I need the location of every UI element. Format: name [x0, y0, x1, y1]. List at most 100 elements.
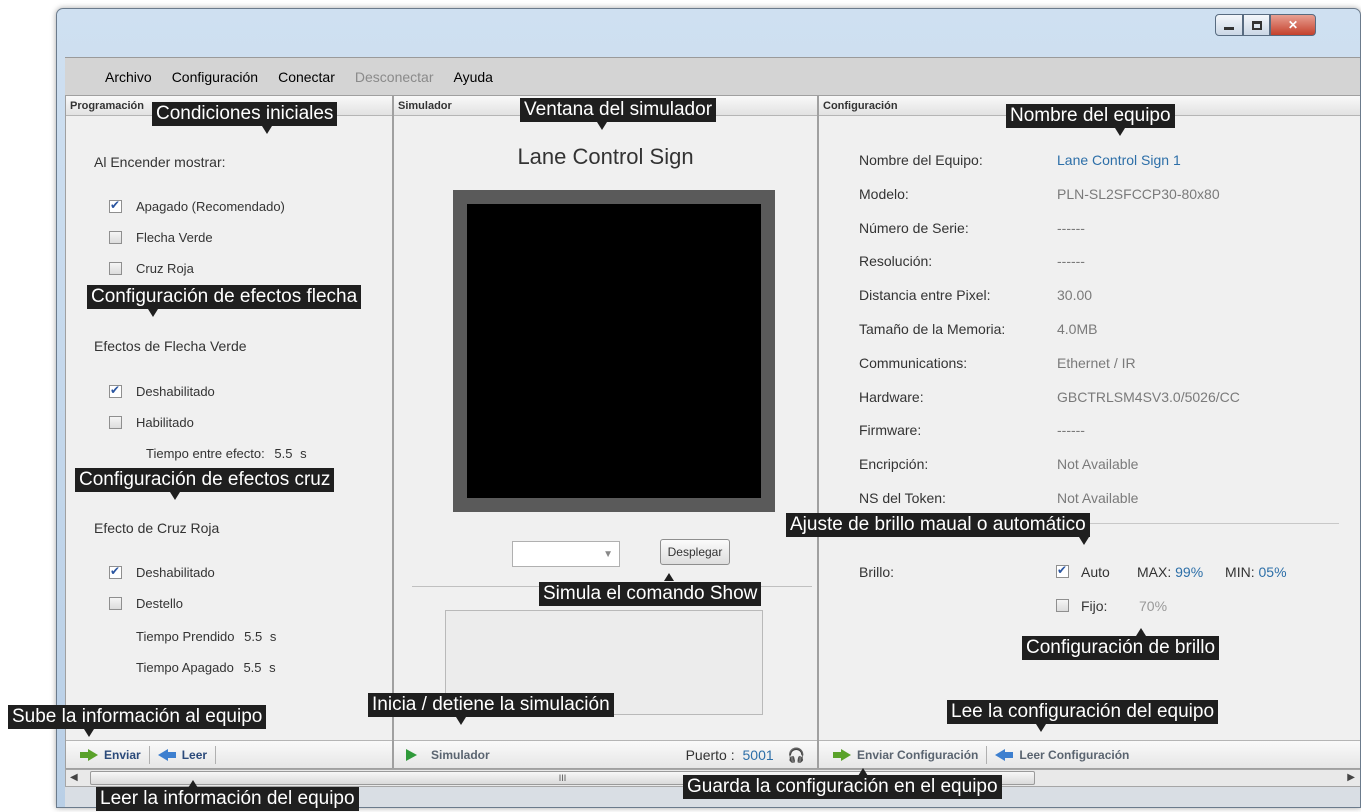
annotation-pointer — [456, 717, 466, 725]
menu-desconectar[interactable]: Desconectar — [355, 69, 434, 85]
annotation-efectos-cruz: Configuración de efectos cruz — [75, 468, 335, 492]
tiempo-apagado-row: Tiempo Apagado 5.5 s — [136, 660, 276, 675]
leer-config-label: Leer Configuración — [1019, 747, 1130, 762]
simulador-label: Simulador — [431, 747, 490, 762]
cruz-deshabilitado-label: Deshabilitado — [136, 565, 215, 580]
puerto-value[interactable]: 5001 — [743, 747, 774, 763]
flecha-verde-checkbox[interactable] — [109, 231, 122, 244]
chevron-down-icon: ▼ — [603, 549, 613, 560]
scroll-left-icon[interactable]: ◀ — [70, 772, 78, 783]
app-window: ✕ Archivo Configuración Conectar Descone… — [56, 8, 1361, 808]
tiempo-efecto-label: Tiempo entre efecto: — [146, 446, 265, 461]
config-row-value: Ethernet / IR — [1057, 354, 1136, 371]
minimize-icon — [1224, 26, 1234, 30]
send-arrow-icon — [833, 748, 851, 761]
min-value[interactable]: 05% — [1259, 564, 1287, 580]
config-row-value: 4.0MB — [1057, 321, 1098, 337]
play-icon — [406, 748, 417, 761]
annotation-nombre: Nombre del equipo — [1006, 104, 1175, 128]
menu-archivo[interactable]: Archivo — [105, 69, 152, 85]
auto-checkbox[interactable] — [1056, 563, 1069, 578]
configuracion-panel: Configuración Nombre del Equipo: Lane Con… — [818, 95, 1360, 769]
cruz-deshabilitado-checkbox[interactable] — [109, 564, 122, 579]
config-row-label: NS del Token: — [859, 490, 946, 506]
tiempo-efecto-value[interactable]: 5.5 — [274, 446, 292, 461]
min-label: MIN: — [1225, 564, 1255, 580]
leer-button[interactable]: Leer — [150, 748, 215, 762]
fijo-checkbox[interactable] — [1056, 599, 1069, 612]
tiempo-prendido-value[interactable]: 5.5 — [244, 629, 262, 644]
config-row-value: PLN-SL2SFCCP30-80x80 — [1057, 185, 1220, 202]
maximize-button[interactable] — [1243, 14, 1270, 36]
read-arrow-icon — [995, 748, 1014, 761]
config-row-value[interactable]: Lane Control Sign 1 — [1057, 152, 1181, 168]
cruz-roja-label: Cruz Roja — [136, 261, 194, 276]
annotation-pointer — [170, 492, 180, 500]
config-row-value: ------ — [1057, 219, 1085, 236]
flecha-habilitado-checkbox[interactable] — [109, 416, 122, 429]
config-row-value: ------ — [1057, 422, 1085, 439]
menu-conectar[interactable]: Conectar — [278, 69, 335, 85]
menu-ayuda[interactable]: Ayuda — [453, 69, 492, 85]
effect-select[interactable]: ▼ — [512, 541, 620, 567]
fijo-value[interactable]: 70% — [1139, 598, 1167, 614]
tiempo-efecto-unit: s — [300, 446, 307, 461]
enviar-config-button[interactable]: Enviar Configuración — [819, 748, 986, 762]
tiempo-apagado-unit: s — [269, 660, 276, 675]
menu-bar: Archivo Configuración Conectar Desconect… — [65, 57, 1360, 95]
enviar-button[interactable]: Enviar — [66, 748, 149, 762]
cruz-roja-checkbox[interactable] — [109, 262, 122, 275]
annotation-efectos-flecha: Configuración de efectos flecha — [87, 285, 362, 309]
config-row-value: Not Available — [1057, 490, 1139, 506]
scroll-grip: III — [558, 773, 567, 783]
tiempo-apagado-value[interactable]: 5.5 — [243, 660, 261, 675]
title-bar: ✕ — [57, 9, 1360, 55]
tiempo-apagado-label: Tiempo Apagado — [136, 660, 234, 675]
annotation-pointer — [84, 729, 94, 737]
enviar-label: Enviar — [104, 747, 141, 762]
screenshot-root: ✕ Archivo Configuración Conectar Descone… — [0, 0, 1361, 812]
annotation-pointer — [262, 126, 272, 134]
config-row-label: Distancia entre Pixel: — [859, 287, 991, 304]
config-row-label: Encripción: — [859, 456, 929, 473]
annotation-pointer — [1136, 628, 1146, 636]
headphones-icon[interactable]: 🎧 — [788, 747, 805, 763]
max-label: MAX: — [1137, 564, 1172, 580]
puerto-label: Puerto : — [685, 747, 735, 763]
annotation-config-brillo: Configuración de brillo — [1022, 636, 1220, 660]
annotation-guarda: Guarda la configuración en el equipo — [683, 775, 1002, 799]
minimize-button[interactable] — [1215, 14, 1243, 36]
annotation-pointer — [597, 122, 607, 130]
menu-configuracion[interactable]: Configuración — [172, 69, 258, 85]
annotation-condiciones: Condiciones iniciales — [152, 102, 338, 126]
read-arrow-icon — [157, 748, 176, 761]
annotation-pointer — [148, 309, 158, 317]
flecha-deshabilitado-checkbox[interactable] — [109, 383, 122, 398]
sim-screen — [467, 204, 761, 498]
destello-checkbox[interactable] — [109, 597, 122, 610]
annotation-pointer — [664, 573, 674, 581]
close-icon: ✕ — [1287, 18, 1299, 32]
destello-label: Destello — [136, 596, 183, 611]
annotation-pointer — [1115, 128, 1125, 136]
leer-config-button[interactable]: Leer Configuración — [987, 748, 1137, 762]
scroll-right-icon[interactable]: ▶ — [1347, 772, 1355, 783]
annotation-leer-info: Leer la información del equipo — [96, 787, 359, 811]
max-group: MAX: 99% MIN: 05% — [1137, 564, 1287, 580]
close-button[interactable]: ✕ — [1270, 14, 1316, 36]
flecha-habilitado-label: Habilitado — [136, 415, 194, 430]
desplegar-button[interactable]: Desplegar — [660, 539, 730, 565]
simulador-button[interactable]: Simulador — [394, 748, 498, 762]
apagado-label: Apagado (Recomendado) — [136, 199, 285, 214]
fijo-label: Fijo: — [1081, 598, 1108, 614]
tiempo-prendido-unit: s — [269, 629, 277, 644]
config-row-value: Not Available — [1057, 456, 1139, 473]
annotation-brillo-auto: Ajuste de brillo maual o automático — [786, 513, 1090, 537]
send-arrow-icon — [80, 748, 98, 761]
flecha-deshabilitado-label: Deshabilitado — [136, 384, 215, 399]
apagado-checkbox[interactable] — [109, 198, 122, 213]
config-row-label: Tamaño de la Memoria: — [859, 321, 1006, 337]
max-value[interactable]: 99% — [1175, 564, 1203, 580]
maximize-icon — [1251, 20, 1262, 30]
al-encender-label: Al Encender mostrar: — [94, 154, 226, 170]
